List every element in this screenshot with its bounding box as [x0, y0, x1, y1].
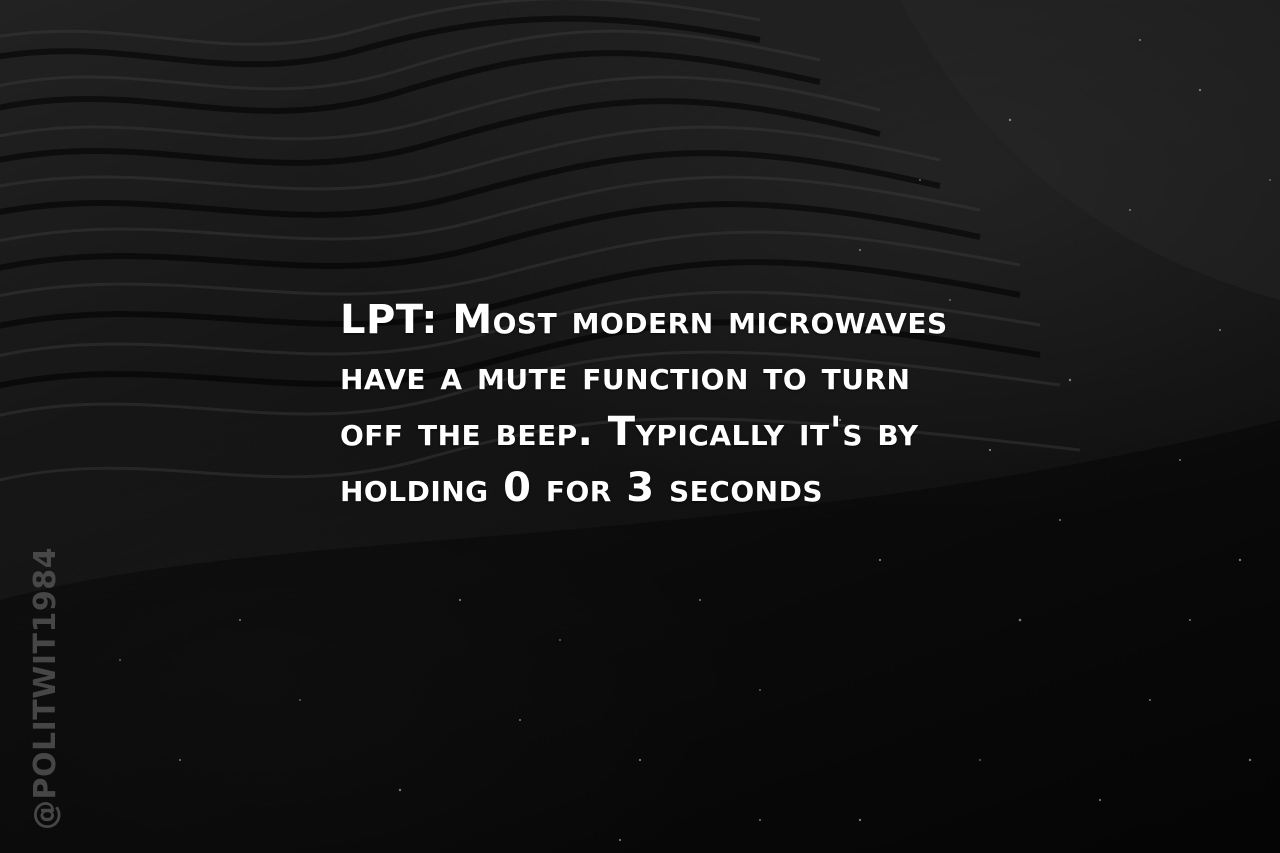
- image-canvas: LPT: Most modern microwaves have a mute …: [0, 0, 1280, 853]
- watermark-handle: @POLITWIT1984: [28, 547, 63, 830]
- quote-text: LPT: Most modern microwaves have a mute …: [340, 297, 948, 511]
